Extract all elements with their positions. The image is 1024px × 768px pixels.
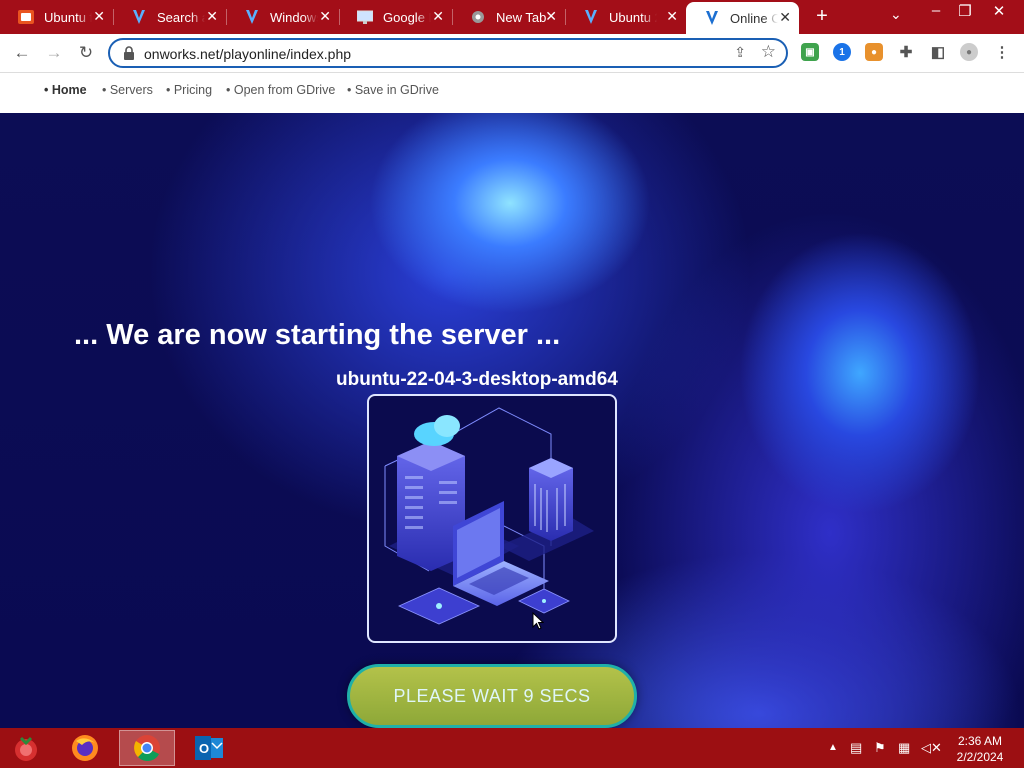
mouse-cursor-icon: [532, 612, 544, 630]
new-tab-button[interactable]: +: [812, 5, 832, 28]
please-wait-label: PLEASE WAIT 9 SECS: [393, 685, 591, 706]
tab-windows[interactable]: Windows ✕: [226, 4, 340, 30]
close-icon[interactable]: ✕: [206, 8, 218, 25]
tab-new-tab[interactable]: New Tab ✕: [452, 4, 566, 30]
close-icon[interactable]: ✕: [319, 8, 331, 25]
extension-badge-count: 1: [839, 46, 845, 58]
nav-open-gdrive-link[interactable]: • Open from GDrive: [226, 83, 335, 97]
clock-time: 2:36 AM: [957, 734, 1003, 748]
page-title: ... We are now starting the server ...: [74, 319, 561, 351]
close-window-button[interactable]: ✕: [984, 2, 1014, 20]
volume-muted-icon[interactable]: ◁✕: [921, 740, 942, 756]
nav-pricing-link[interactable]: • Pricing: [166, 83, 212, 97]
monitor-icon: [357, 9, 373, 25]
puzzle-extensions-icon[interactable]: ✚: [897, 43, 915, 61]
tray-expand-icon[interactable]: ▲: [828, 742, 838, 753]
url-text[interactable]: onworks.net/playonline/index.php: [144, 46, 351, 62]
close-icon[interactable]: ✕: [432, 8, 444, 25]
minimize-button[interactable]: –: [921, 2, 951, 19]
start-button-icon[interactable]: [0, 730, 52, 766]
extension-badge-icon[interactable]: 1: [833, 43, 851, 61]
tab-label: Online C: [730, 10, 778, 26]
tab-label: Search a: [157, 9, 205, 25]
browser-toolbar: ← → ↻ onworks.net/playonline/index.php ⇪…: [0, 34, 1024, 72]
server-start-panel: ... We are now starting the server ... u…: [0, 113, 1024, 728]
tab-label: Windows: [270, 9, 318, 25]
tab-search-chevron-icon[interactable]: ⌄: [890, 6, 902, 23]
flag-tray-icon[interactable]: ⚑: [874, 740, 886, 756]
nav-home-link[interactable]: • Home: [44, 83, 87, 97]
back-arrow-icon[interactable]: ←: [10, 41, 34, 65]
tab-online-active[interactable]: Online C ✕: [686, 2, 799, 34]
network-tray-icon[interactable]: ▤: [850, 740, 862, 756]
nav-servers-link[interactable]: • Servers: [102, 83, 153, 97]
bookmark-star-icon[interactable]: ☆: [761, 42, 776, 62]
onworks-icon: [704, 10, 720, 26]
chrome-taskbar-icon[interactable]: [119, 730, 175, 766]
extension-recorder-icon[interactable]: ●: [865, 43, 883, 61]
tab-label: Ubuntu f: [44, 9, 92, 25]
tab-google-drive[interactable]: Google D ✕: [339, 4, 453, 30]
side-panel-icon[interactable]: ◧: [929, 43, 947, 61]
chrome-icon: [470, 9, 486, 25]
close-icon[interactable]: ✕: [93, 8, 105, 25]
reload-icon[interactable]: ↻: [74, 41, 98, 65]
onworks-icon: [583, 9, 599, 25]
address-bar[interactable]: onworks.net/playonline/index.php ⇪ ☆: [108, 38, 788, 68]
share-icon[interactable]: ⇪: [734, 44, 746, 61]
close-icon[interactable]: ✕: [666, 8, 678, 25]
tab-search[interactable]: Search a ✕: [113, 4, 227, 30]
close-icon[interactable]: ✕: [779, 9, 791, 26]
site-nav: • Home • Servers • Pricing • Open from G…: [0, 72, 1024, 113]
system-clock[interactable]: 2:36 AM 2/2/2024: [950, 733, 1010, 765]
ubuntu-icon: [18, 9, 34, 25]
tab-ubuntu-2[interactable]: Ubuntu 2 ✕: [565, 4, 686, 30]
lock-icon: [124, 46, 134, 60]
ethernet-tray-icon[interactable]: ▦: [898, 740, 910, 756]
firefox-icon[interactable]: [57, 730, 113, 766]
extension-screen-icon[interactable]: ▣: [801, 43, 819, 61]
onworks-icon: [131, 9, 147, 25]
onworks-icon: [244, 9, 260, 25]
tab-label: Google D: [383, 9, 431, 25]
maximize-button[interactable]: ❐: [950, 2, 980, 20]
tab-label: Ubuntu 2: [609, 9, 657, 25]
browser-tab-strip: Ubuntu f ✕ Search a ✕ Windows ✕ Google D…: [0, 0, 1024, 34]
tab-ubuntu-1[interactable]: Ubuntu f ✕: [0, 4, 114, 30]
close-icon[interactable]: ✕: [545, 8, 557, 25]
more-menu-icon[interactable]: ⋮: [993, 43, 1011, 61]
clock-date: 2/2/2024: [956, 750, 1004, 764]
forward-arrow-icon[interactable]: →: [42, 41, 66, 65]
outlook-icon[interactable]: O: [181, 730, 237, 766]
server-name-label: ubuntu-22-04-3-desktop-amd64: [336, 369, 618, 390]
nav-save-gdrive-link[interactable]: • Save in GDrive: [347, 83, 439, 97]
profile-avatar-icon[interactable]: ●: [960, 43, 978, 61]
svg-text:O: O: [199, 741, 209, 756]
please-wait-button[interactable]: PLEASE WAIT 9 SECS: [347, 664, 637, 728]
server-illustration-image: [367, 394, 617, 643]
windows-taskbar: O ▲ ▤ ⚑ ▦ ◁✕ 2:36 AM 2/2/2024: [0, 728, 1024, 768]
